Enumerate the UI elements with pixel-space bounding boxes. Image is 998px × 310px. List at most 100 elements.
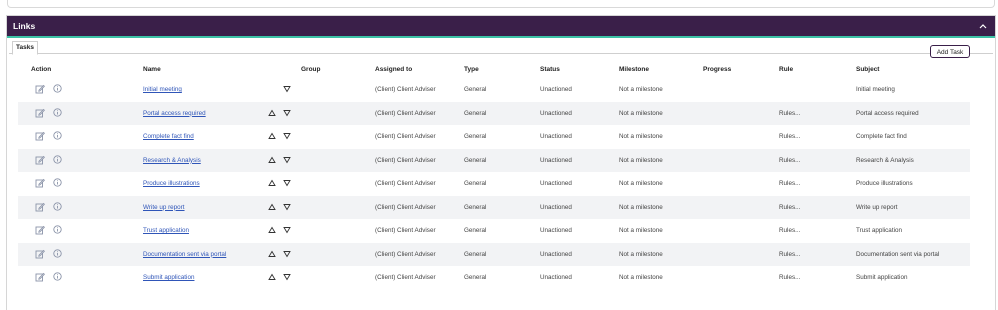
- cell-status: Unactioned: [540, 227, 572, 234]
- table-header: Action Name Group Assigned to Type Statu…: [0, 62, 988, 78]
- cell-type: General: [464, 180, 487, 187]
- col-header-progress[interactable]: Progress: [703, 66, 731, 73]
- cell-milestone: Not a milestone: [619, 156, 663, 164]
- task-name-link[interactable]: Initial meeting: [143, 86, 182, 94]
- triangle-up-icon[interactable]: [268, 273, 276, 281]
- edit-icon[interactable]: [35, 131, 45, 141]
- cell-subject: Trust application: [856, 227, 902, 234]
- info-icon[interactable]: [53, 107, 62, 117]
- task-name-link[interactable]: Portal access required: [143, 110, 206, 118]
- table-row: Documentation sent via portal (Client) Cl…: [18, 242, 970, 266]
- triangle-up-icon[interactable]: [268, 109, 276, 117]
- cell-rule[interactable]: Rules...: [779, 110, 800, 118]
- table-row: Portal access required (Client) Client Ad…: [18, 101, 970, 125]
- edit-icon[interactable]: [35, 178, 45, 188]
- col-header-type[interactable]: Type: [464, 66, 479, 73]
- triangle-down-icon[interactable]: [283, 250, 291, 258]
- info-icon[interactable]: [53, 131, 62, 140]
- col-header-milestone[interactable]: Milestone: [619, 66, 649, 73]
- table-row: Complete fact find (Client) Client Advise…: [18, 125, 970, 149]
- triangle-up-icon[interactable]: [268, 203, 276, 211]
- cell-type: General: [464, 274, 487, 281]
- info-icon[interactable]: [53, 248, 62, 258]
- cell-milestone: Not a milestone: [619, 274, 663, 281]
- cell-assigned-to: (Client) Client Adviser: [375, 109, 436, 117]
- task-name-link[interactable]: Submit application: [143, 274, 194, 282]
- task-name-link[interactable]: Write up report: [143, 204, 185, 212]
- edit-icon[interactable]: [35, 249, 45, 259]
- triangle-down-icon[interactable]: [283, 273, 291, 281]
- table-row: Initial meeting (Client) Client Adviser Ge…: [18, 78, 970, 102]
- cell-milestone: Not a milestone: [619, 227, 663, 234]
- col-header-subject[interactable]: Subject: [856, 66, 879, 73]
- triangle-up-icon[interactable]: [268, 226, 276, 234]
- cell-rule[interactable]: Rules...: [779, 251, 800, 259]
- tab-tasks[interactable]: Tasks: [12, 41, 38, 55]
- table-row: Research & Analysis (Client) Client Advis…: [18, 148, 970, 172]
- edit-icon[interactable]: [35, 84, 45, 94]
- cell-status: Unactioned: [540, 180, 572, 187]
- cell-subject: Initial meeting: [856, 86, 895, 93]
- info-icon[interactable]: [53, 178, 62, 187]
- edit-icon[interactable]: [35, 272, 45, 282]
- triangle-up-icon[interactable]: [268, 179, 276, 187]
- triangle-down-icon[interactable]: [283, 203, 291, 211]
- cell-type: General: [464, 86, 487, 93]
- triangle-down-icon[interactable]: [283, 179, 291, 187]
- triangle-up-icon[interactable]: [268, 132, 276, 140]
- cell-subject: Write up report: [856, 203, 898, 211]
- panel-header[interactable]: Links: [7, 16, 995, 38]
- triangle-down-icon[interactable]: [283, 85, 291, 93]
- triangle-down-icon[interactable]: [283, 226, 291, 234]
- cell-subject: Complete fact find: [856, 133, 907, 140]
- edit-icon[interactable]: [35, 225, 45, 235]
- col-header-status[interactable]: Status: [540, 66, 560, 73]
- add-task-button[interactable]: Add Task: [930, 45, 970, 58]
- cell-rule[interactable]: Rules...: [779, 133, 800, 141]
- edit-icon[interactable]: [35, 108, 45, 118]
- info-icon[interactable]: [53, 84, 62, 93]
- cell-type: General: [464, 203, 487, 211]
- triangle-down-icon[interactable]: [283, 132, 291, 140]
- cell-assigned-to: (Client) Client Adviser: [375, 180, 436, 187]
- cell-subject: Research & Analysis: [856, 156, 914, 164]
- cell-subject: Produce illustrations: [856, 180, 913, 187]
- info-icon[interactable]: [53, 272, 62, 281]
- info-icon[interactable]: [53, 154, 62, 164]
- cell-type: General: [464, 133, 487, 140]
- task-name-link[interactable]: Research & Analysis: [143, 157, 201, 165]
- triangle-up-icon[interactable]: [268, 156, 276, 164]
- cell-rule[interactable]: Rules...: [779, 274, 800, 282]
- cell-type: General: [464, 227, 487, 234]
- cell-status: Unactioned: [540, 86, 572, 93]
- cell-rule[interactable]: Rules...: [779, 157, 800, 165]
- task-name-link[interactable]: Trust application: [143, 227, 189, 235]
- col-header-name[interactable]: Name: [143, 66, 161, 73]
- col-header-group[interactable]: Group: [301, 66, 321, 73]
- tab-bar: Tasks: [9, 39, 993, 55]
- cell-assigned-to: (Client) Client Adviser: [375, 156, 436, 164]
- triangle-down-icon[interactable]: [283, 156, 291, 164]
- info-icon[interactable]: [53, 225, 62, 234]
- edit-icon[interactable]: [35, 202, 45, 212]
- cell-rule[interactable]: Rules...: [779, 204, 800, 212]
- task-name-link[interactable]: Documentation sent via portal: [143, 251, 226, 259]
- cell-type: General: [464, 156, 487, 164]
- triangle-up-icon[interactable]: [268, 250, 276, 258]
- cell-subject: Submit application: [856, 274, 908, 281]
- cell-status: Unactioned: [540, 133, 572, 140]
- edit-icon[interactable]: [35, 155, 45, 165]
- cell-rule[interactable]: Rules...: [779, 227, 800, 235]
- cell-type: General: [464, 109, 487, 117]
- col-header-rule[interactable]: Rule: [779, 66, 793, 73]
- cell-rule[interactable]: Rules...: [779, 180, 800, 188]
- triangle-down-icon[interactable]: [283, 109, 291, 117]
- task-name-link[interactable]: Produce illustrations: [143, 180, 200, 188]
- cell-assigned-to: (Client) Client Adviser: [375, 274, 436, 281]
- task-name-link[interactable]: Complete fact find: [143, 133, 194, 141]
- chevron-up-icon[interactable]: [977, 20, 989, 32]
- info-icon[interactable]: [53, 201, 62, 211]
- cell-milestone: Not a milestone: [619, 109, 663, 117]
- col-header-assigned-to[interactable]: Assigned to: [375, 66, 412, 73]
- table-row: Write up report (Client) Client Adviser Ge…: [18, 195, 970, 219]
